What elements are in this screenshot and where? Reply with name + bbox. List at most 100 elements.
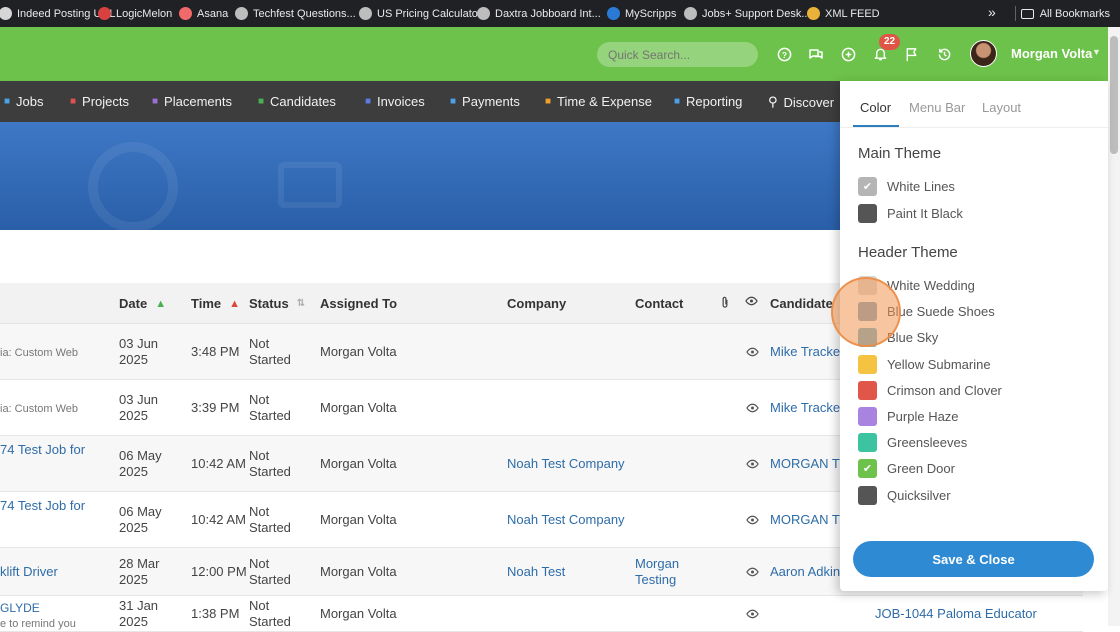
column-status[interactable]: Status ⇅ [249, 296, 305, 311]
status-line-1: Not [249, 504, 270, 519]
globe-icon [359, 7, 372, 20]
nav-item-payments[interactable]: ■ Payments [450, 94, 520, 109]
candidate-link[interactable]: Aaron Adkin [770, 564, 840, 580]
column-company[interactable]: Company [507, 296, 566, 311]
column-contact[interactable]: Contact [635, 296, 683, 311]
nav-item-invoices[interactable]: ■ Invoices [365, 94, 425, 109]
save-close-button[interactable]: Save & Close [853, 541, 1094, 577]
chevron-right-icon[interactable]: » [988, 4, 996, 20]
all-bookmarks-button[interactable]: All Bookmarks [1020, 0, 1110, 27]
color-swatch [858, 433, 877, 453]
column-date[interactable]: Date ▲ [119, 296, 166, 311]
bookmark-item[interactable]: Asana [179, 0, 228, 27]
nav-item-projects[interactable]: ■ Projects [70, 94, 129, 109]
eye-icon[interactable] [746, 514, 759, 528]
nav-item-time-expense[interactable]: ■ Time & Expense [545, 94, 652, 109]
status-line-2: Started [249, 408, 291, 423]
bookmark-label: Asana [197, 7, 229, 20]
theme-option[interactable]: Purple Haze [858, 407, 959, 426]
tab-layout[interactable]: Layout [982, 100, 1021, 115]
theme-option[interactable]: Paint It Black [858, 204, 963, 223]
nav-label: Placements [164, 94, 232, 109]
theme-option[interactable]: ✔ White Lines [858, 177, 955, 196]
sort-icon: ⇅ [296, 298, 306, 309]
eye-icon[interactable] [745, 296, 758, 306]
assigned-to: Morgan Volta [320, 606, 397, 621]
chat-icon[interactable] [807, 45, 825, 63]
nav-label: Projects [82, 94, 130, 109]
tab-color[interactable]: Color [860, 100, 891, 115]
chevron-down-icon[interactable]: ▼ [1092, 47, 1101, 57]
tab-menu-bar[interactable]: Menu Bar [909, 100, 965, 115]
column-candidate[interactable]: Candidate [770, 296, 833, 311]
bookmark-item[interactable]: US Pricing Calculator [359, 0, 482, 27]
job-title-link[interactable]: 74 Test Job for [0, 442, 85, 458]
bookmark-item[interactable]: Jobs+ Support Desk... [684, 0, 811, 27]
eye-icon[interactable] [746, 346, 759, 360]
theme-option[interactable]: Blue Sky [858, 328, 939, 348]
job-title-link[interactable]: klift Driver [0, 564, 58, 580]
nav-item-candidates[interactable]: ■ Candidates [258, 94, 336, 109]
help-icon[interactable]: ? [775, 45, 793, 63]
theme-option-label: Blue Sky [887, 330, 939, 346]
column-time[interactable]: Time ▲ [191, 296, 240, 311]
date-day: 28 Mar [119, 556, 160, 571]
bookmark-item[interactable]: LogicMelon [98, 0, 172, 27]
column-contact-label: Contact [635, 296, 684, 311]
globe-icon [477, 7, 490, 20]
date-year: 2025 [119, 464, 148, 479]
bookmark-item[interactable]: MyScripps [607, 0, 676, 27]
bookmark-item[interactable]: Techfest Questions... [235, 0, 356, 27]
column-assigned-to[interactable]: Assigned To [320, 296, 397, 311]
bookmark-item[interactable]: XML FEED [807, 0, 880, 27]
page-scrollbar-thumb[interactable] [1110, 36, 1118, 154]
theme-option[interactable]: Yellow Submarine [858, 354, 991, 374]
date-day: 06 May [119, 448, 162, 463]
theme-option[interactable]: Greensleeves [858, 433, 967, 453]
avatar[interactable] [970, 40, 997, 67]
add-icon[interactable] [839, 45, 857, 63]
quick-search-input[interactable] [597, 42, 758, 67]
bookmark-label: XML FEED [825, 7, 880, 20]
flag-icon[interactable] [903, 45, 921, 63]
company-link[interactable]: Noah Test [507, 564, 565, 580]
eye-icon[interactable] [746, 458, 759, 472]
column-company-label: Company [507, 296, 567, 311]
time-value: 3:39 PM [191, 400, 240, 415]
nav-label: Jobs [16, 94, 44, 109]
job-source: ia: Custom Web [0, 403, 79, 415]
date-year: 2025 [119, 408, 148, 423]
contact-link[interactable]: Testing [635, 572, 676, 588]
theme-option[interactable]: White Wedding [858, 276, 975, 295]
job-title-link[interactable]: GLYDE [0, 600, 40, 616]
paperclip-icon[interactable] [720, 296, 730, 309]
candidate-link[interactable]: Mike Tracke [770, 344, 840, 360]
nav-item-discover[interactable]: ⚲ Discover [768, 94, 834, 110]
theme-option[interactable]: ✔ Green Door [858, 459, 955, 479]
nav-item-jobs[interactable]: ■ Jobs [4, 94, 44, 109]
date-year: 2025 [119, 614, 148, 629]
history-icon[interactable] [935, 45, 953, 63]
bookmark-item[interactable]: Daxtra Jobboard Int... [477, 0, 601, 27]
theme-option[interactable]: Crimson and Clover [858, 380, 1002, 400]
table-row[interactable]: GLYDE e to remind you 31 Jan 2025 1:38 PM Not… [0, 596, 1083, 632]
theme-option[interactable]: Blue Suede Shoes [858, 302, 995, 322]
nav-item-reporting[interactable]: ■ Reporting [674, 94, 742, 109]
job-title-link[interactable]: 74 Test Job for [0, 498, 85, 514]
user-name[interactable]: Morgan Volta [1011, 46, 1092, 61]
company-link[interactable]: Noah Test Company [507, 512, 625, 528]
bar-chart-icon: ■ [674, 96, 681, 107]
candidate-link[interactable]: JOB-1044 Paloma Educator [875, 606, 1037, 622]
company-link[interactable]: Noah Test Company [507, 456, 625, 472]
assigned-to: Morgan Volta [320, 344, 397, 359]
eye-icon[interactable] [746, 608, 759, 622]
clock-icon: ■ [545, 96, 552, 107]
theme-option[interactable]: Quicksilver [858, 485, 951, 505]
bookmark-label: MyScripps [625, 7, 677, 20]
nav-item-placements[interactable]: ■ Placements [152, 94, 232, 109]
eye-icon[interactable] [746, 402, 759, 416]
eye-icon[interactable] [746, 566, 759, 580]
candidate-link[interactable]: Mike Tracke [770, 400, 840, 416]
contact-link[interactable]: Morgan [635, 556, 679, 572]
time-value: 1:38 PM [191, 606, 240, 621]
